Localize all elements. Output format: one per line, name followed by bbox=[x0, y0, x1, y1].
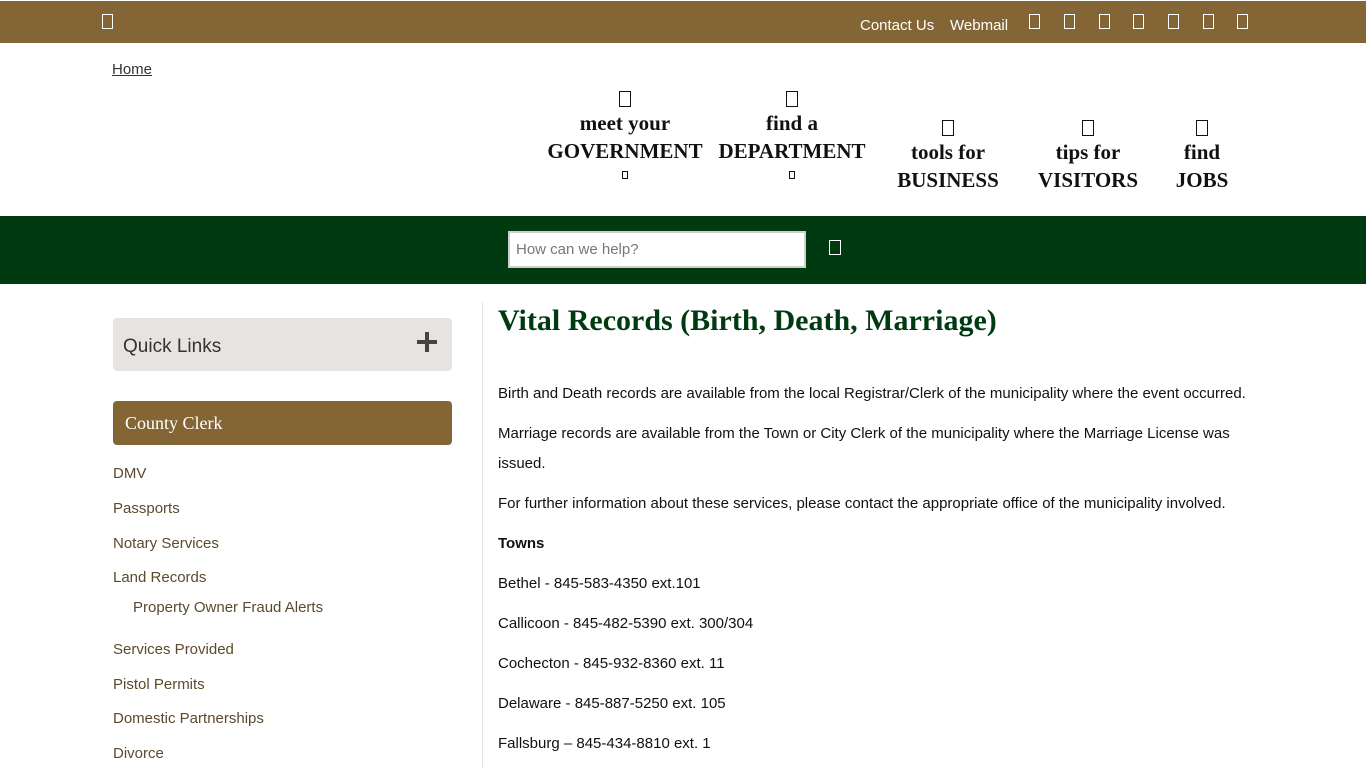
section-title-label: County Clerk bbox=[125, 413, 223, 433]
nav-tools-for-business[interactable]: tools for BUSINESS bbox=[888, 120, 1008, 194]
jobs-icon bbox=[1196, 120, 1208, 136]
home-logo[interactable]: Home bbox=[98, 61, 152, 78]
page-title: Vital Records (Birth, Death, Marriage) bbox=[498, 304, 997, 337]
broken-image-icon bbox=[98, 62, 112, 78]
sidebar-item-services-provided[interactable]: Services Provided bbox=[113, 641, 234, 658]
nav-tips-for-visitors[interactable]: tips for VISITORS bbox=[1030, 120, 1146, 194]
nav-line1: find bbox=[1183, 140, 1221, 164]
paragraph-further-info: For further information about these serv… bbox=[498, 495, 1226, 512]
chevron-down-icon[interactable] bbox=[622, 171, 628, 179]
plus-icon[interactable] bbox=[417, 332, 437, 352]
quick-links-toggle[interactable]: Quick Links bbox=[113, 318, 452, 371]
nav-line1: tools for bbox=[910, 140, 986, 164]
quick-links-label: Quick Links bbox=[123, 336, 222, 357]
nav-line1: tips for bbox=[1055, 140, 1121, 164]
visitors-icon bbox=[1082, 120, 1094, 136]
utility-bar: Contact Us Webmail bbox=[0, 0, 1366, 43]
webmail-link[interactable]: Webmail bbox=[950, 17, 1008, 34]
twitter-icon[interactable] bbox=[1064, 14, 1075, 29]
nav-line2: JOBS bbox=[1175, 168, 1229, 192]
government-icon bbox=[619, 91, 631, 107]
town-delaware: Delaware - 845-887-5250 ext. 105 bbox=[498, 695, 726, 712]
chevron-down-icon[interactable] bbox=[789, 171, 795, 179]
nav-find-jobs[interactable]: find JOBS bbox=[1162, 120, 1242, 194]
nav-line2: GOVERNMENT bbox=[547, 139, 703, 163]
sidebar-item-land-records[interactable]: Land Records bbox=[113, 569, 206, 586]
column-divider bbox=[482, 302, 483, 768]
paragraph-birth-death: Birth and Death records are available fr… bbox=[498, 385, 1246, 402]
nav-line2: BUSINESS bbox=[897, 168, 999, 192]
sidebar-item-divorce[interactable]: Divorce bbox=[113, 745, 164, 762]
instagram-icon[interactable] bbox=[1133, 14, 1144, 29]
nav-find-a-department[interactable]: find a DEPARTMENT bbox=[712, 91, 872, 179]
sidebar-item-notary-services[interactable]: Notary Services bbox=[113, 535, 219, 552]
logo-alt-text: Home bbox=[112, 61, 153, 78]
sidebar-item-domestic-partnerships[interactable]: Domestic Partnerships bbox=[113, 710, 264, 727]
search-icon[interactable] bbox=[829, 240, 841, 255]
nav-line2: VISITORS bbox=[1038, 168, 1138, 192]
hamburger-icon[interactable] bbox=[102, 14, 113, 29]
section-title-county-clerk[interactable]: County Clerk bbox=[113, 401, 452, 445]
business-icon bbox=[942, 120, 954, 136]
translate-icon[interactable] bbox=[1237, 14, 1248, 29]
town-cochecton: Cochecton - 845-932-8360 ext. 11 bbox=[498, 655, 725, 672]
town-fallsburg: Fallsburg – 845-434-8810 ext. 1 bbox=[498, 735, 711, 752]
linkedin-icon[interactable] bbox=[1168, 14, 1179, 29]
paragraph-marriage: Marriage records are available from the … bbox=[498, 425, 1230, 472]
sidebar-item-dmv[interactable]: DMV bbox=[113, 465, 146, 482]
contact-us-link[interactable]: Contact Us bbox=[860, 17, 934, 34]
search-input[interactable] bbox=[508, 231, 806, 268]
nav-line1: meet your bbox=[579, 111, 671, 135]
nav-line2: DEPARTMENT bbox=[718, 139, 866, 163]
search-bar bbox=[0, 216, 1366, 284]
youtube-icon[interactable] bbox=[1099, 14, 1110, 29]
nav-meet-your-government[interactable]: meet your GOVERNMENT bbox=[540, 91, 710, 179]
rss-icon[interactable] bbox=[1203, 14, 1214, 29]
town-callicoon: Callicoon - 845-482-5390 ext. 300/304 bbox=[498, 615, 754, 632]
facebook-icon[interactable] bbox=[1029, 14, 1040, 29]
towns-heading: Towns bbox=[498, 535, 545, 552]
site-header: Home meet your GOVERNMENT find a DEPARTM… bbox=[0, 43, 1366, 216]
sidebar-item-property-owner-fraud-alerts[interactable]: Property Owner Fraud Alerts bbox=[133, 599, 323, 616]
nav-line1: find a bbox=[766, 111, 818, 135]
department-icon bbox=[786, 91, 798, 107]
sidebar: Quick Links County Clerk DMV Passports N… bbox=[113, 318, 452, 762]
sidebar-item-passports[interactable]: Passports bbox=[113, 500, 180, 517]
sidebar-item-pistol-permits[interactable]: Pistol Permits bbox=[113, 676, 205, 693]
town-bethel: Bethel - 845-583-4350 ext.101 bbox=[498, 575, 701, 592]
